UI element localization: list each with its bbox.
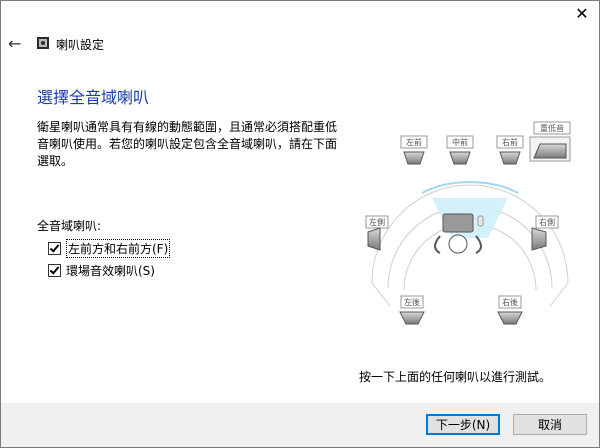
back-arrow-icon[interactable]: ← [8, 34, 21, 53]
speaker-label: 右前 [502, 137, 518, 147]
front-left-right-checkbox[interactable]: 左前方和右前方(F) [48, 239, 171, 258]
rear-right-speaker[interactable]: 右後 [497, 295, 523, 325]
rear-left-speaker[interactable]: 左後 [399, 295, 425, 325]
speaker-diagram: 左前 中前 右前 重低音 左側 右側 左後 右後 [365, 121, 571, 325]
front-left-speaker[interactable]: 左前 [400, 135, 428, 165]
speaker-label: 左前 [406, 137, 422, 147]
front-right-speaker[interactable]: 右前 [496, 135, 524, 165]
test-hint: 按一下上面的任何喇叭以進行測試。 [359, 370, 552, 384]
speaker-label: 中前 [452, 137, 468, 147]
speaker-label: 左側 [369, 217, 385, 227]
full-range-group-label: 全音域喇叭: [37, 219, 102, 233]
window-title: 喇叭設定 [56, 38, 105, 52]
close-icon[interactable]: ✕ [574, 6, 590, 22]
checkbox-checked-icon[interactable] [48, 264, 61, 277]
checkbox-label: 環場音效喇叭(S) [66, 264, 155, 278]
speaker-label: 右後 [502, 297, 518, 307]
speaker-label: 右側 [539, 217, 555, 227]
checkbox-label: 左前方和右前方(F) [66, 239, 171, 258]
page-description: 衛星喇叭通常具有有線的動態範圍，且通常必須搭配重低音喇叭使用。若您的喇叭設定包含… [37, 120, 338, 168]
page-heading: 選擇全音域喇叭 [37, 88, 150, 107]
speaker-app-icon [37, 37, 49, 49]
center-speaker[interactable]: 中前 [446, 135, 474, 165]
speaker-label: 重低音 [540, 123, 564, 133]
footer-bar [1, 403, 599, 447]
surround-checkbox[interactable]: 環場音效喇叭(S) [48, 262, 155, 279]
checkbox-checked-icon[interactable] [48, 242, 61, 255]
speaker-label: 左後 [404, 297, 420, 307]
cancel-button[interactable]: 取消 [513, 414, 587, 435]
side-left-speaker[interactable]: 左側 [365, 215, 389, 251]
subwoofer-speaker[interactable]: 重低音 [529, 121, 571, 162]
next-button[interactable]: 下一步(N) [426, 414, 500, 435]
